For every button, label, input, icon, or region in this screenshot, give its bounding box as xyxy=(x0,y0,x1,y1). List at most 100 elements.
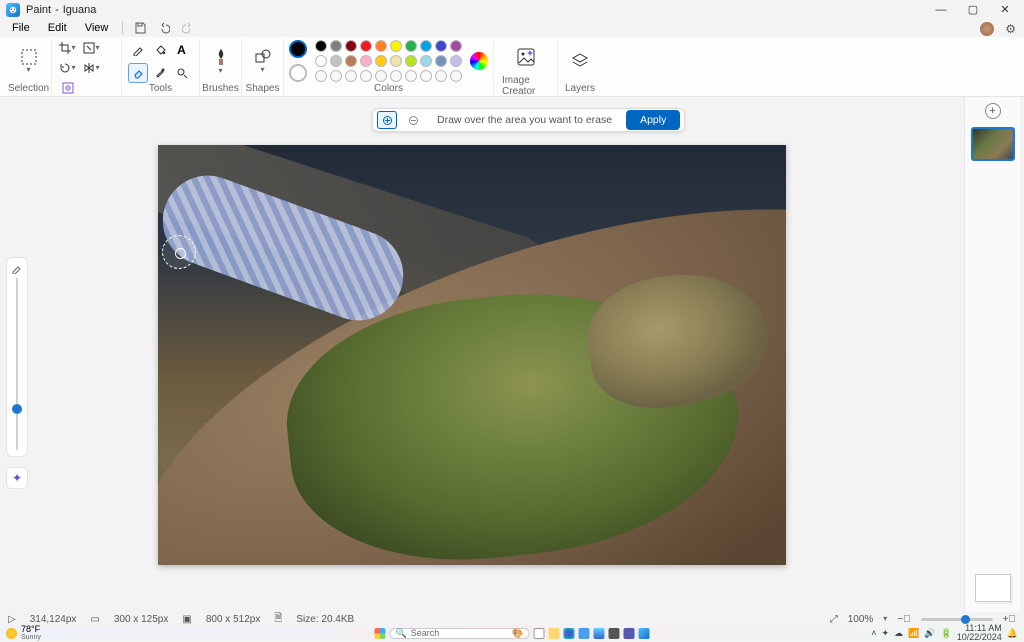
erase-add-mode[interactable] xyxy=(377,111,397,129)
tray-wifi-icon[interactable]: 📶 xyxy=(908,628,919,639)
text-tool[interactable]: A xyxy=(172,40,192,60)
color-swatch[interactable] xyxy=(420,40,432,52)
close-button[interactable]: ✕ xyxy=(998,3,1012,17)
undo-icon[interactable] xyxy=(153,19,175,37)
magnifier-tool[interactable] xyxy=(172,63,192,83)
canvas[interactable] xyxy=(158,145,786,565)
edge-icon[interactable] xyxy=(564,628,575,639)
color-swatch[interactable] xyxy=(375,55,387,67)
secondary-color[interactable] xyxy=(289,64,307,82)
taskbar-search[interactable]: 🔍 Search 🎨 xyxy=(390,628,530,639)
shapes-button[interactable]: ▾ xyxy=(250,43,276,79)
color-swatch[interactable] xyxy=(390,70,402,82)
chevron-down-icon: ▾ xyxy=(26,66,30,74)
slider-thumb[interactable] xyxy=(12,404,22,414)
edit-colors-button[interactable] xyxy=(470,52,488,70)
save-icon[interactable] xyxy=(129,19,151,37)
color-swatch[interactable] xyxy=(435,55,447,67)
color-swatch[interactable] xyxy=(330,40,342,52)
image-creator-button[interactable] xyxy=(513,39,539,75)
erase-subtract-mode[interactable] xyxy=(403,111,423,129)
layer-thumbnail-1[interactable] xyxy=(971,127,1015,161)
color-swatch[interactable] xyxy=(330,55,342,67)
fill-tool[interactable] xyxy=(150,40,170,60)
color-swatch[interactable] xyxy=(315,40,327,52)
color-swatch[interactable] xyxy=(450,70,462,82)
color-swatch[interactable] xyxy=(360,55,372,67)
color-swatch[interactable] xyxy=(405,70,417,82)
selection-tool[interactable]: ▾ xyxy=(16,43,42,79)
color-swatch[interactable] xyxy=(435,40,447,52)
redo-icon[interactable] xyxy=(177,19,199,37)
menu-edit[interactable]: Edit xyxy=(40,20,75,36)
color-swatch[interactable] xyxy=(345,40,357,52)
color-swatch[interactable] xyxy=(390,55,402,67)
tray-chevron-icon[interactable]: ˄ xyxy=(871,628,876,638)
rotate-icon[interactable]: ▾ xyxy=(57,59,79,77)
store-icon[interactable] xyxy=(579,628,590,639)
zoom-out-icon[interactable]: −⃝ xyxy=(897,614,910,625)
color-swatch[interactable] xyxy=(345,70,357,82)
maximize-button[interactable]: ▢ xyxy=(966,3,980,17)
tray-copilot-icon[interactable]: ✦ xyxy=(882,628,890,639)
color-swatch[interactable] xyxy=(405,55,417,67)
menu-view[interactable]: View xyxy=(77,20,117,36)
file-explorer-icon[interactable] xyxy=(549,628,560,639)
color-swatch[interactable] xyxy=(360,40,372,52)
tray-volume-icon[interactable]: 🔊 xyxy=(924,628,935,639)
color-swatch[interactable] xyxy=(450,55,462,67)
color-swatch[interactable] xyxy=(405,40,417,52)
flip-icon[interactable]: ▾ xyxy=(81,59,103,77)
start-button[interactable] xyxy=(375,628,386,639)
color-swatch[interactable] xyxy=(375,70,387,82)
color-swatch[interactable] xyxy=(315,55,327,67)
menu-file[interactable]: File xyxy=(4,20,38,36)
color-swatch[interactable] xyxy=(390,40,402,52)
brushes-button[interactable]: ▾ xyxy=(208,43,234,79)
background-layer-thumbnail[interactable] xyxy=(975,574,1011,602)
zoom-slider[interactable] xyxy=(921,618,993,621)
color-swatch[interactable] xyxy=(450,40,462,52)
pencil-tool[interactable] xyxy=(128,40,148,60)
crop-icon[interactable]: ▾ xyxy=(57,39,79,57)
resize-icon[interactable]: ▾ xyxy=(81,39,103,57)
brush-size-slider[interactable] xyxy=(6,257,28,457)
color-swatch[interactable] xyxy=(435,70,447,82)
apply-button[interactable]: Apply xyxy=(626,110,680,130)
settings-icon[interactable]: ⚙ xyxy=(1005,22,1016,36)
color-swatch[interactable] xyxy=(315,70,327,82)
color-swatch[interactable] xyxy=(420,70,432,82)
layers-panel: + xyxy=(964,97,1020,612)
eraser-tool[interactable] xyxy=(128,63,148,83)
profile-avatar[interactable] xyxy=(980,22,994,36)
remove-bg-icon[interactable] xyxy=(57,79,79,97)
tray-onedrive-icon[interactable]: ☁ xyxy=(894,628,903,639)
primary-color[interactable] xyxy=(289,40,307,58)
add-layer-button[interactable]: + xyxy=(985,103,1001,119)
tray-date[interactable]: 10/22/2024 xyxy=(957,633,1002,642)
zoom-in-icon[interactable]: +⃝ xyxy=(1003,614,1016,625)
chevron-down-icon: ▾ xyxy=(218,67,222,75)
color-swatch[interactable] xyxy=(375,40,387,52)
tray-notifications-icon[interactable]: 🔔 xyxy=(1007,628,1018,639)
taskbar-weather[interactable]: 78°F Sunny xyxy=(6,625,41,641)
cursor-position: 314,124px xyxy=(30,614,77,625)
tray-battery-icon[interactable]: 🔋 xyxy=(941,628,952,639)
group-label-image-creator: Image Creator xyxy=(502,75,549,99)
color-swatch[interactable] xyxy=(360,70,372,82)
chevron-down-icon: ▾ xyxy=(260,66,264,74)
fit-to-window-icon[interactable]: ⤢ xyxy=(830,614,838,625)
slider-track[interactable] xyxy=(16,278,18,450)
layers-button[interactable] xyxy=(567,43,593,79)
color-picker-tool[interactable] xyxy=(150,63,170,83)
minimize-button[interactable]: — xyxy=(934,3,948,17)
cocreator-button[interactable]: ✦ xyxy=(6,467,28,489)
teams-icon[interactable] xyxy=(624,628,635,639)
task-view-icon[interactable] xyxy=(534,628,545,639)
paint-taskbar-icon[interactable] xyxy=(639,628,650,639)
color-swatch[interactable] xyxy=(330,70,342,82)
color-swatch[interactable] xyxy=(420,55,432,67)
photos-icon[interactable] xyxy=(594,628,605,639)
settings-taskbar-icon[interactable] xyxy=(609,628,620,639)
color-swatch[interactable] xyxy=(345,55,357,67)
